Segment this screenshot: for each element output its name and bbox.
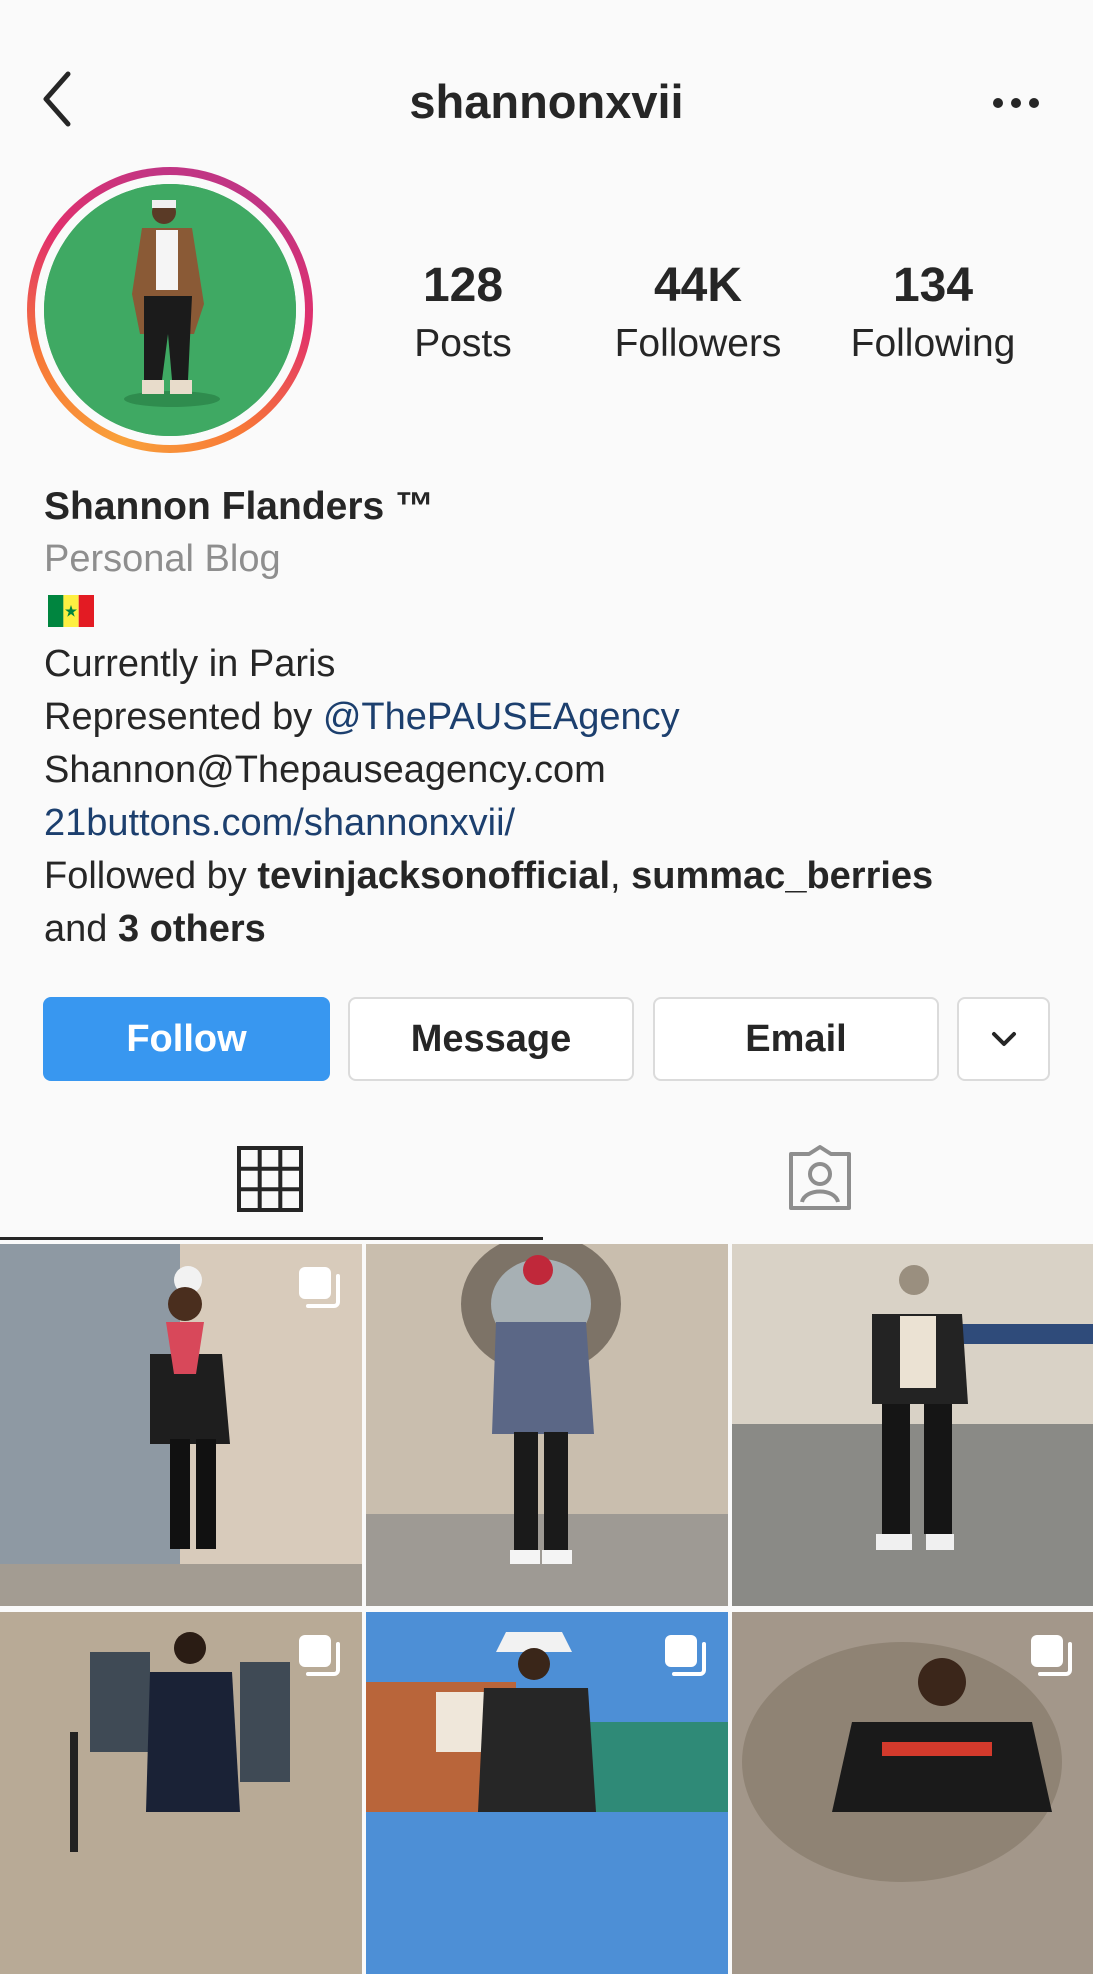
tab-tagged[interactable] bbox=[546, 1120, 1093, 1242]
post-thumbnail[interactable] bbox=[366, 1244, 728, 1606]
stat-following[interactable]: 134 Following bbox=[823, 259, 1043, 365]
active-tab-indicator bbox=[0, 1237, 543, 1240]
bio-website-link[interactable]: 21buttons.com/shannonxvii/ bbox=[44, 804, 515, 842]
post-thumbnail[interactable] bbox=[0, 1244, 362, 1606]
bio-represented: Represented by @ThePAUSEAgency bbox=[44, 698, 680, 736]
display-name: Shannon Flanders ™ bbox=[44, 485, 435, 528]
grid-icon bbox=[237, 1146, 303, 1212]
following-label: Following bbox=[850, 322, 1016, 365]
represented-prefix: Represented by bbox=[44, 696, 323, 738]
avatar-person-figure bbox=[44, 184, 296, 436]
followed-by-line[interactable]: Followed by tevinjacksonofficial, summac… bbox=[44, 857, 933, 895]
message-button[interactable]: Message bbox=[348, 997, 634, 1081]
multi-photo-icon bbox=[665, 1635, 706, 1676]
chevron-down-icon bbox=[991, 1032, 1016, 1046]
multi-photo-icon bbox=[299, 1635, 340, 1676]
avatar[interactable] bbox=[44, 184, 296, 436]
post-thumbnail[interactable] bbox=[0, 1612, 362, 1974]
follower-name-2: summac_berries bbox=[631, 855, 934, 897]
suggested-accounts-button[interactable] bbox=[957, 997, 1050, 1081]
stat-followers[interactable]: 44K Followers bbox=[588, 259, 808, 365]
more-options-icon[interactable] bbox=[990, 88, 1042, 118]
post-thumbnail[interactable] bbox=[732, 1244, 1093, 1606]
followed-prefix: Followed by bbox=[44, 855, 258, 897]
following-count: 134 bbox=[892, 259, 974, 312]
post-image bbox=[366, 1244, 728, 1606]
followed-and: and bbox=[44, 908, 118, 950]
profile-category: Personal Blog bbox=[44, 538, 281, 580]
posts-count: 128 bbox=[422, 259, 504, 312]
followed-separator: , bbox=[610, 855, 632, 897]
bio-location: Currently in Paris bbox=[44, 643, 336, 685]
tagged-person-icon bbox=[789, 1145, 851, 1210]
stat-posts[interactable]: 128 Posts bbox=[353, 259, 573, 365]
profile-username: shannonxvii bbox=[409, 75, 684, 128]
followed-by-others[interactable]: and 3 others bbox=[44, 910, 266, 948]
multi-photo-icon bbox=[1031, 1635, 1072, 1676]
multi-photo-icon bbox=[299, 1267, 340, 1308]
posts-label: Posts bbox=[414, 322, 512, 365]
post-thumbnail[interactable] bbox=[366, 1612, 728, 1974]
post-image bbox=[732, 1244, 1093, 1606]
senegal-flag-icon bbox=[48, 595, 94, 627]
followers-count: 44K bbox=[653, 259, 743, 312]
agency-mention-link[interactable]: @ThePAUSEAgency bbox=[323, 696, 680, 738]
tab-posts-grid[interactable] bbox=[0, 1120, 543, 1242]
followers-label: Followers bbox=[614, 322, 782, 365]
follow-button[interactable]: Follow bbox=[43, 997, 330, 1081]
follower-name-1: tevinjacksonofficial bbox=[257, 855, 610, 897]
post-thumbnail[interactable] bbox=[732, 1612, 1093, 1974]
email-button[interactable]: Email bbox=[653, 997, 939, 1081]
bio-email: Shannon@Thepauseagency.com bbox=[44, 749, 606, 791]
followed-others-count: 3 others bbox=[117, 908, 266, 950]
